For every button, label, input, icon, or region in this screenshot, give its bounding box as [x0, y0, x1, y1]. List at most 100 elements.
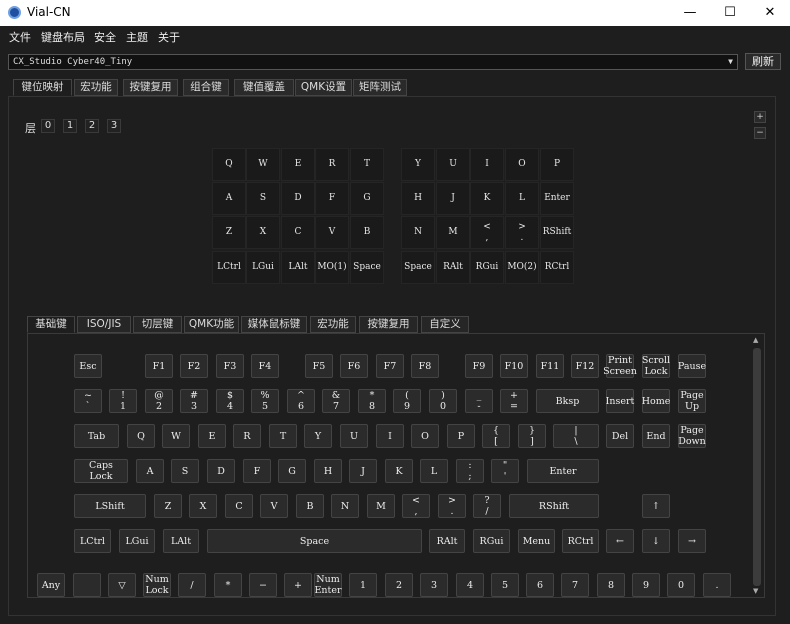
keycode-tab-4[interactable]: 媒体鼠标键	[241, 316, 307, 333]
keycode-key[interactable]: J	[349, 459, 377, 483]
keycode-key[interactable]: ←	[606, 529, 634, 553]
layout-key[interactable]: R	[315, 148, 349, 181]
keycode-key[interactable]: End	[642, 424, 670, 448]
keycode-key[interactable]: Scroll Lock	[642, 354, 670, 378]
layout-key[interactable]: LCtrl	[212, 251, 246, 284]
scroll-thumb[interactable]	[753, 348, 761, 586]
keycode-key[interactable]: < ,	[402, 494, 430, 518]
keycode-key[interactable]: Space	[207, 529, 422, 553]
minimize-button[interactable]: —	[670, 0, 710, 26]
refresh-button[interactable]: 刷新	[745, 53, 781, 70]
keycode-key[interactable]: ^ 6	[287, 389, 315, 413]
keycode-key[interactable]: F7	[376, 354, 404, 378]
keycode-key[interactable]: RCtrl	[562, 529, 599, 553]
keycode-key[interactable]: 3	[420, 573, 448, 597]
keycode-key[interactable]: " '	[491, 459, 519, 483]
layout-key[interactable]: C	[281, 216, 315, 249]
keycode-key[interactable]: Insert	[606, 389, 634, 413]
layer-button-3[interactable]: 3	[107, 119, 121, 133]
keycode-tab-6[interactable]: 按键复用	[359, 316, 418, 333]
keycode-key[interactable]: 2	[385, 573, 413, 597]
keycode-tab-1[interactable]: ISO/JIS	[77, 316, 131, 333]
layout-key[interactable]: K	[470, 182, 504, 215]
layout-key[interactable]: LAlt	[281, 251, 315, 284]
keycode-key[interactable]: A	[136, 459, 164, 483]
keycode-key[interactable]: 4	[456, 573, 484, 597]
keycode-key[interactable]: E	[198, 424, 226, 448]
layout-key[interactable]: L	[505, 182, 539, 215]
keycode-tab-5[interactable]: 宏功能	[310, 316, 356, 333]
keycode-key[interactable]: 6	[526, 573, 554, 597]
keycode-key[interactable]: @ 2	[145, 389, 173, 413]
layout-key[interactable]: W	[246, 148, 280, 181]
keycode-key[interactable]: LAlt	[163, 529, 199, 553]
layout-key[interactable]: < ,	[470, 216, 504, 249]
keycode-key[interactable]: Bksp	[536, 389, 599, 413]
keycode-key[interactable]: F1	[145, 354, 173, 378]
layout-key[interactable]: RGui	[470, 251, 504, 284]
keycode-key[interactable]: *	[214, 573, 242, 597]
keycode-key[interactable]: N	[331, 494, 359, 518]
zoom-in-button[interactable]: +	[754, 111, 766, 123]
zoom-out-button[interactable]: −	[754, 127, 766, 139]
keycode-key[interactable]: LGui	[119, 529, 155, 553]
palette-scrollbar[interactable]: ▲ ▼	[750, 334, 764, 597]
layout-key[interactable]: M	[436, 216, 470, 249]
keycode-key[interactable]: T	[269, 424, 297, 448]
keycode-key[interactable]: : ;	[456, 459, 484, 483]
keycode-key[interactable]: X	[189, 494, 217, 518]
keycode-key[interactable]: F3	[216, 354, 244, 378]
keycode-key[interactable]: /	[178, 573, 206, 597]
layout-key[interactable]: Z	[212, 216, 246, 249]
keycode-key[interactable]: Num Lock	[143, 573, 171, 597]
keycode-key[interactable]: ↑	[642, 494, 670, 518]
layout-key[interactable]: LGui	[246, 251, 280, 284]
scroll-up-icon[interactable]: ▲	[753, 336, 758, 344]
keycode-key[interactable]	[73, 573, 101, 597]
keycode-key[interactable]: 8	[597, 573, 625, 597]
keycode-key[interactable]: Del	[606, 424, 634, 448]
keycode-key[interactable]: Any	[37, 573, 65, 597]
keycode-key[interactable]: ! 1	[109, 389, 137, 413]
layout-key[interactable]: Space	[350, 251, 384, 284]
layout-key[interactable]: Enter	[540, 182, 574, 215]
keycode-key[interactable]: H	[314, 459, 342, 483]
keycode-key[interactable]: 0	[667, 573, 695, 597]
layout-key[interactable]: V	[315, 216, 349, 249]
keycode-key[interactable]: Num Enter	[314, 573, 342, 597]
layout-key[interactable]: F	[315, 182, 349, 215]
layout-key[interactable]: U	[436, 148, 470, 181]
keycode-key[interactable]: * 8	[358, 389, 386, 413]
keycode-key[interactable]: G	[278, 459, 306, 483]
layout-key[interactable]: J	[436, 182, 470, 215]
keycode-key[interactable]: Esc	[74, 354, 102, 378]
keycode-key[interactable]: L	[420, 459, 448, 483]
keycode-key[interactable]: V	[260, 494, 288, 518]
keycode-key[interactable]: Enter	[527, 459, 599, 483]
keycode-key[interactable]: .	[703, 573, 731, 597]
keycode-key[interactable]: ) 0	[429, 389, 457, 413]
layout-key[interactable]: RAlt	[436, 251, 470, 284]
keycode-key[interactable]: Y	[304, 424, 332, 448]
keycode-key[interactable]: RShift	[509, 494, 599, 518]
tab-4[interactable]: 键值覆盖	[234, 79, 294, 96]
keycode-key[interactable]: I	[376, 424, 404, 448]
layout-key[interactable]: A	[212, 182, 246, 215]
close-button[interactable]: ✕	[750, 0, 790, 26]
menu-about[interactable]: 关于	[158, 29, 180, 45]
keycode-key[interactable]: R	[233, 424, 261, 448]
keycode-key[interactable]: F	[243, 459, 271, 483]
layout-key[interactable]: D	[281, 182, 315, 215]
keycode-tab-2[interactable]: 切层键	[133, 316, 182, 333]
keycode-key[interactable]: 5	[491, 573, 519, 597]
keycode-key[interactable]: _ -	[465, 389, 493, 413]
keycode-key[interactable]: ( 9	[393, 389, 421, 413]
scroll-down-icon[interactable]: ▼	[753, 587, 758, 595]
keycode-key[interactable]: # 3	[180, 389, 208, 413]
keycode-key[interactable]: RGui	[473, 529, 510, 553]
layout-key[interactable]: RCtrl	[540, 251, 574, 284]
keycode-tab-7[interactable]: 自定义	[421, 316, 469, 333]
keycode-key[interactable]: Menu	[518, 529, 555, 553]
keycode-key[interactable]: C	[225, 494, 253, 518]
layer-button-1[interactable]: 1	[63, 119, 77, 133]
